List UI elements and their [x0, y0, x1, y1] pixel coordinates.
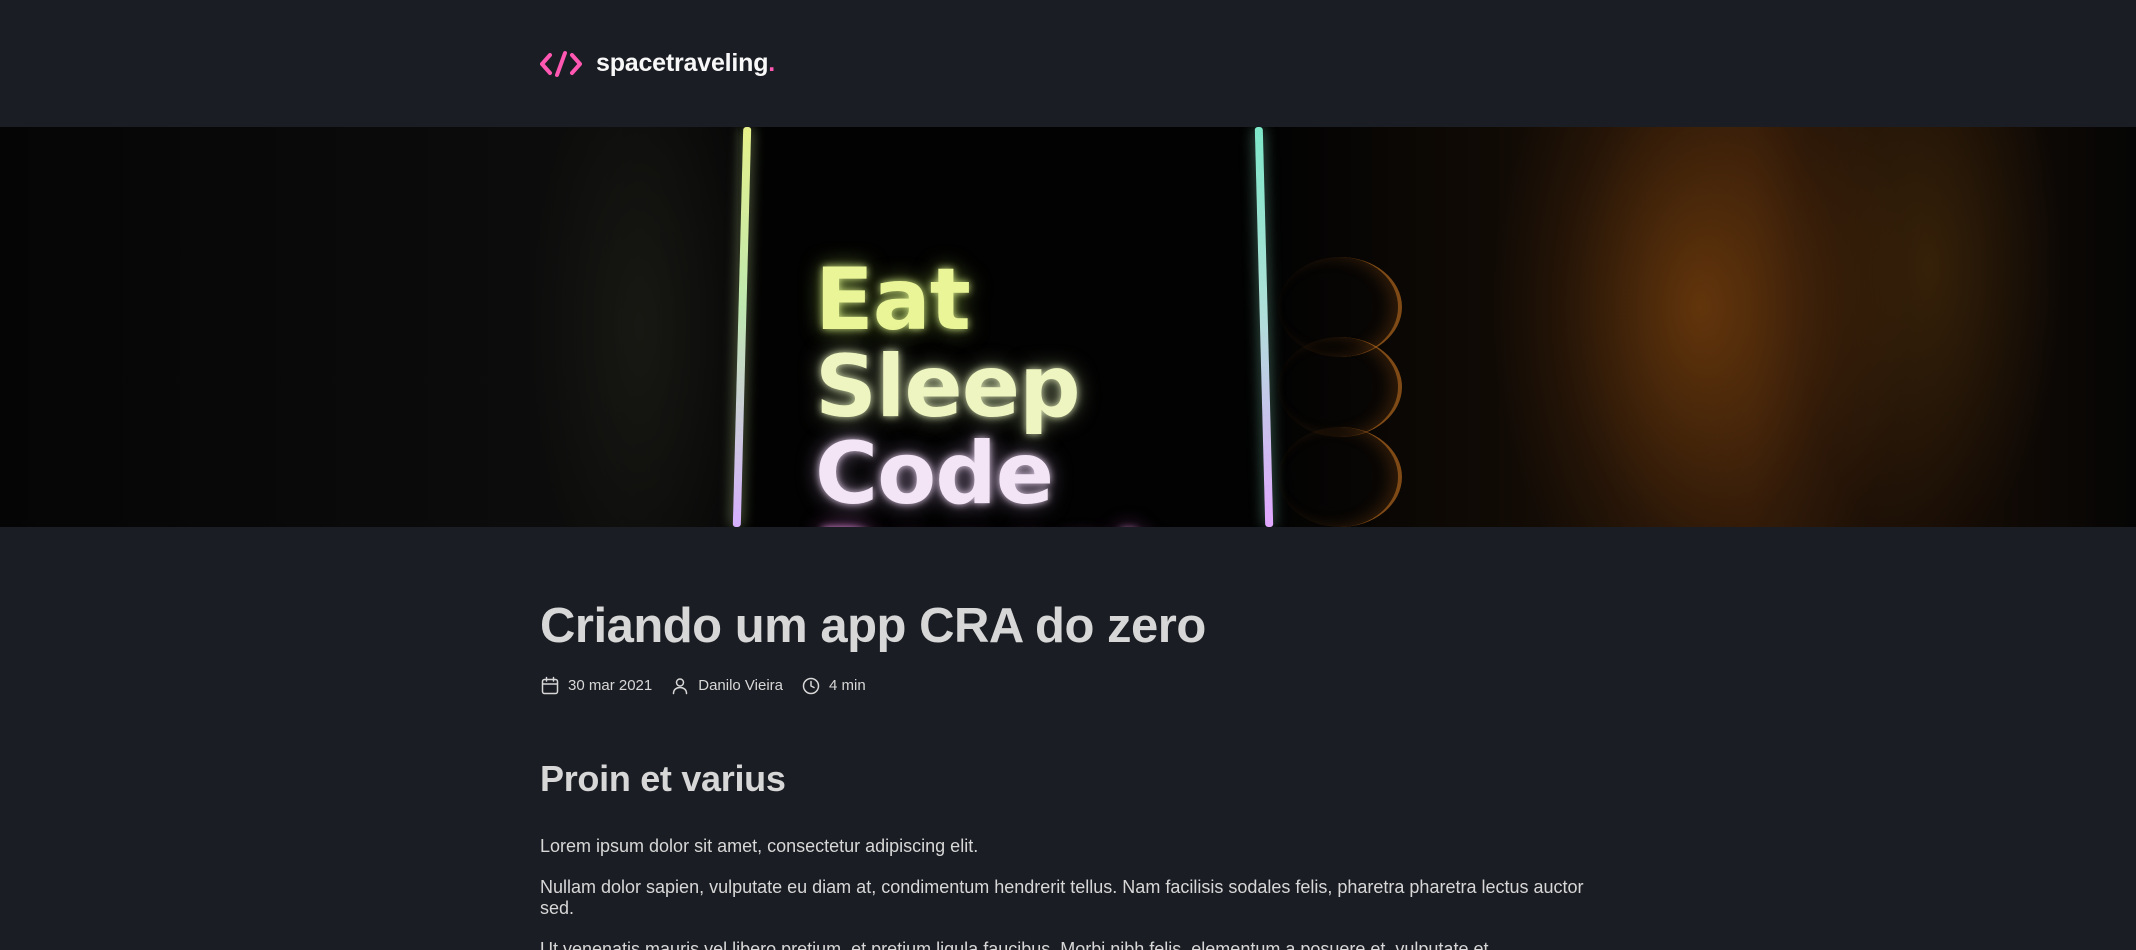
paragraph: Lorem ipsum dolor sit amet, consectetur … — [540, 835, 979, 856]
post-date: 30 mar 2021 — [540, 676, 652, 696]
finger-shape — [1278, 427, 1402, 527]
banner-line-repeat: Repeat — [815, 518, 1154, 528]
section-heading: Proin et varius — [540, 757, 786, 799]
post-date-text: 30 mar 2021 — [568, 677, 653, 695]
calendar-icon — [540, 676, 560, 696]
post-content: Criando um app CRA do zero 30 mar 2021 D… — [0, 597, 1600, 950]
paragraph: Ut venenatis mauris vel libero pretium, … — [540, 938, 1489, 950]
post-reading-time-text: 4 min — [829, 677, 866, 695]
logo-text: spacetraveling — [596, 49, 769, 77]
banner-line-sleep: Sleep — [815, 337, 1081, 437]
post-meta: 30 mar 2021 Danilo Vieira 4 min — [540, 676, 1600, 696]
finger-shape — [1278, 337, 1402, 437]
post-author: Danilo Vieira — [670, 676, 783, 696]
post-banner-image: Eat Sleep Code Repeat — [0, 127, 2136, 527]
post-title: Criando um app CRA do zero — [540, 599, 1206, 653]
paragraph: Nullam dolor sapien, vulputate eu diam a… — [540, 876, 1584, 918]
banner-line-eat: Eat — [815, 250, 971, 350]
banner-neon-text: Eat Sleep Code Repeat — [815, 250, 1154, 528]
home-logo-link[interactable]: spacetraveling. — [540, 49, 775, 79]
post-author-text: Danilo Vieira — [698, 677, 784, 695]
fingers-silhouette — [1278, 257, 1402, 527]
post-reading-time: 4 min — [801, 676, 866, 696]
user-icon — [670, 676, 690, 696]
clock-icon — [801, 676, 821, 696]
code-brackets-icon — [540, 49, 582, 79]
site-header: spacetraveling. — [0, 0, 2136, 127]
banner-line-code: Code — [815, 424, 1054, 524]
logo-dot: . — [768, 49, 776, 77]
